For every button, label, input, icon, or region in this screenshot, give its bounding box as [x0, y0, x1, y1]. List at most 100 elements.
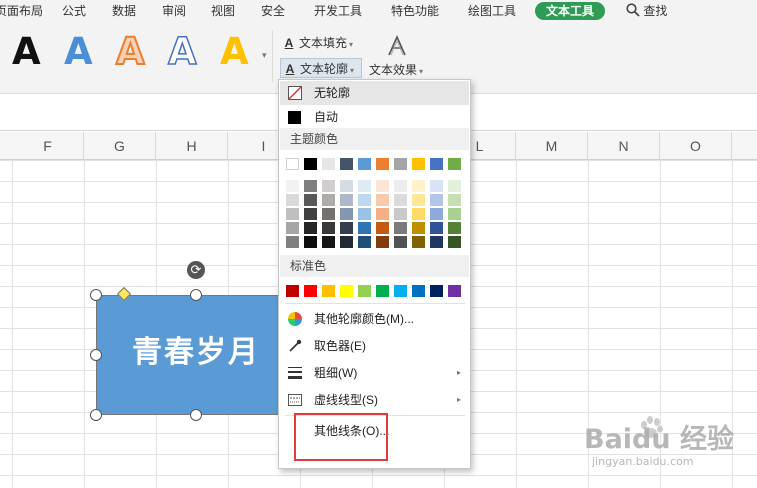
text-style-blue[interactable]: A — [64, 30, 93, 74]
color-swatch[interactable] — [358, 285, 371, 297]
menu-item-auto[interactable]: 自动 — [280, 105, 469, 129]
color-swatch[interactable] — [394, 285, 407, 297]
menu-item-weight[interactable]: 粗细(W) ▸ — [280, 361, 469, 385]
color-swatch[interactable] — [448, 236, 461, 248]
color-swatch[interactable] — [322, 208, 335, 220]
color-swatch[interactable] — [430, 222, 443, 234]
resize-handle[interactable] — [90, 349, 102, 361]
color-swatch[interactable] — [340, 236, 353, 248]
color-swatch[interactable] — [430, 285, 443, 297]
tab-data[interactable]: 数据 — [112, 2, 136, 20]
column-header-h[interactable]: H — [156, 132, 228, 160]
color-swatch[interactable] — [340, 222, 353, 234]
color-swatch[interactable] — [394, 194, 407, 206]
color-swatch[interactable] — [412, 194, 425, 206]
tab-page-layout[interactable]: 页面布局 — [0, 2, 43, 20]
color-swatch[interactable] — [358, 236, 371, 248]
color-swatch[interactable] — [322, 194, 335, 206]
tab-security[interactable]: 安全 — [261, 2, 285, 20]
color-swatch[interactable] — [394, 236, 407, 248]
color-swatch[interactable] — [430, 236, 443, 248]
color-swatch[interactable] — [286, 208, 299, 220]
color-swatch[interactable] — [376, 180, 389, 192]
color-swatch[interactable] — [376, 158, 389, 170]
color-swatch[interactable] — [304, 285, 317, 297]
color-swatch[interactable] — [394, 222, 407, 234]
color-swatch[interactable] — [286, 236, 299, 248]
search-button[interactable]: 查找 — [626, 2, 667, 20]
color-swatch[interactable] — [412, 222, 425, 234]
color-swatch[interactable] — [286, 285, 299, 297]
tab-formula[interactable]: 公式 — [62, 2, 86, 20]
resize-handle[interactable] — [90, 289, 102, 301]
color-swatch[interactable] — [376, 222, 389, 234]
color-swatch[interactable] — [376, 194, 389, 206]
color-swatch[interactable] — [322, 285, 335, 297]
color-swatch[interactable] — [412, 285, 425, 297]
color-swatch[interactable] — [376, 236, 389, 248]
color-swatch[interactable] — [430, 194, 443, 206]
tab-view[interactable]: 视图 — [211, 2, 235, 20]
column-header-n[interactable]: N — [588, 132, 660, 160]
color-swatch[interactable] — [412, 208, 425, 220]
color-swatch[interactable] — [304, 180, 317, 192]
resize-handle[interactable] — [90, 409, 102, 421]
gallery-expand-icon[interactable]: ▾ — [262, 50, 267, 61]
color-swatch[interactable] — [304, 194, 317, 206]
color-swatch[interactable] — [412, 158, 425, 170]
color-swatch[interactable] — [340, 208, 353, 220]
column-header-g[interactable]: G — [84, 132, 156, 160]
color-swatch[interactable] — [358, 208, 371, 220]
color-swatch[interactable] — [322, 158, 335, 170]
column-header-o[interactable]: O — [660, 132, 732, 160]
color-swatch[interactable] — [304, 222, 317, 234]
color-swatch[interactable] — [286, 158, 299, 170]
text-fill-button[interactable]: A 文本填充 ▾ — [282, 33, 353, 53]
color-swatch[interactable] — [394, 158, 407, 170]
color-swatch[interactable] — [430, 208, 443, 220]
color-swatch[interactable] — [376, 208, 389, 220]
text-style-black[interactable]: A — [12, 30, 41, 74]
color-swatch[interactable] — [322, 236, 335, 248]
column-header-m[interactable]: M — [516, 132, 588, 160]
color-swatch[interactable] — [304, 236, 317, 248]
menu-item-no-outline[interactable]: 无轮廓 — [280, 81, 469, 105]
text-outline-button[interactable]: A 文本轮廓 ▾ — [280, 58, 362, 78]
color-swatch[interactable] — [304, 208, 317, 220]
resize-handle[interactable] — [190, 289, 202, 301]
color-swatch[interactable] — [412, 236, 425, 248]
color-swatch[interactable] — [340, 285, 353, 297]
tab-review[interactable]: 审阅 — [162, 2, 186, 20]
color-swatch[interactable] — [412, 180, 425, 192]
tab-developer[interactable]: 开发工具 — [314, 2, 362, 20]
color-swatch[interactable] — [448, 208, 461, 220]
color-swatch[interactable] — [376, 285, 389, 297]
column-header-f[interactable]: F — [12, 132, 84, 160]
color-swatch[interactable] — [448, 180, 461, 192]
color-swatch[interactable] — [358, 194, 371, 206]
tab-drawing-tools[interactable]: 绘图工具 — [468, 2, 516, 20]
color-swatch[interactable] — [448, 285, 461, 297]
color-swatch[interactable] — [286, 194, 299, 206]
menu-item-eyedropper[interactable]: 取色器(E) — [280, 334, 469, 358]
resize-handle[interactable] — [190, 409, 202, 421]
color-swatch[interactable] — [448, 194, 461, 206]
tab-special-features[interactable]: 特色功能 — [391, 2, 439, 20]
color-swatch[interactable] — [358, 158, 371, 170]
color-swatch[interactable] — [430, 180, 443, 192]
tab-text-tools[interactable]: 文本工具 — [535, 2, 606, 20]
color-swatch[interactable] — [340, 194, 353, 206]
color-swatch[interactable] — [358, 222, 371, 234]
color-swatch[interactable] — [340, 158, 353, 170]
color-swatch[interactable] — [448, 222, 461, 234]
menu-item-dash-type[interactable]: 虚线线型(S) ▸ — [280, 388, 469, 412]
text-style-orange-outline[interactable]: A — [115, 29, 146, 74]
color-swatch[interactable] — [286, 180, 299, 192]
color-swatch[interactable] — [304, 158, 317, 170]
color-swatch[interactable] — [358, 180, 371, 192]
color-swatch[interactable] — [286, 222, 299, 234]
menu-item-more-outline-colors[interactable]: 其他轮廓颜色(M)... — [280, 307, 469, 331]
color-swatch[interactable] — [394, 180, 407, 192]
rotate-handle-icon[interactable]: ⟳ — [187, 261, 205, 279]
color-swatch[interactable] — [394, 208, 407, 220]
